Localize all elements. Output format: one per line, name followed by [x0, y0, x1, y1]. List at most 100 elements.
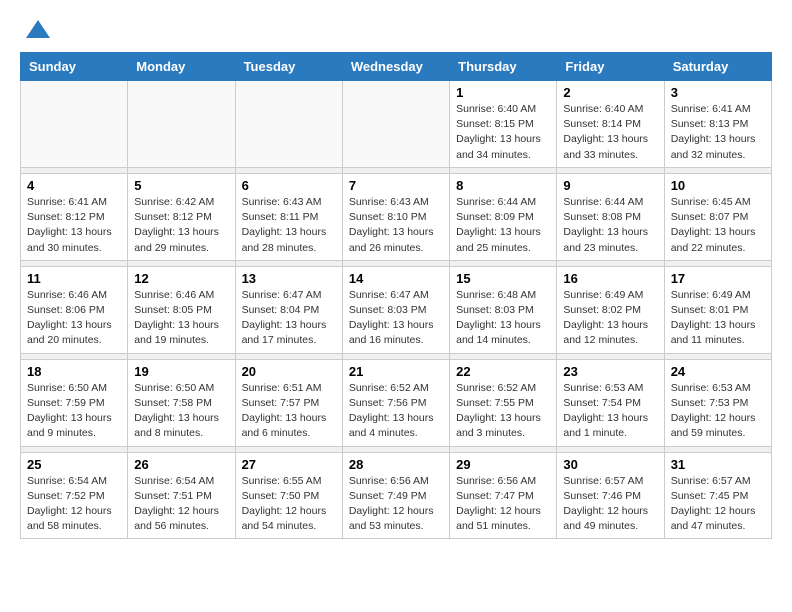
- day-number: 30: [563, 457, 657, 472]
- day-number: 4: [27, 178, 121, 193]
- calendar-cell: 15 Sunrise: 6:48 AMSunset: 8:03 PMDayligh…: [450, 266, 557, 353]
- day-number: 17: [671, 271, 765, 286]
- day-info: Sunrise: 6:52 AMSunset: 7:55 PMDaylight:…: [456, 381, 550, 442]
- day-number: 7: [349, 178, 443, 193]
- calendar-cell: 27 Sunrise: 6:55 AMSunset: 7:50 PMDayligh…: [235, 452, 342, 539]
- calendar-cell: 9 Sunrise: 6:44 AMSunset: 8:08 PMDaylight…: [557, 173, 664, 260]
- weekday-header: Friday: [557, 53, 664, 81]
- calendar-cell: 2 Sunrise: 6:40 AMSunset: 8:14 PMDaylight…: [557, 81, 664, 168]
- calendar-cell: 31 Sunrise: 6:57 AMSunset: 7:45 PMDayligh…: [664, 452, 771, 539]
- calendar-cell: 13 Sunrise: 6:47 AMSunset: 8:04 PMDayligh…: [235, 266, 342, 353]
- calendar-cell: 18Sunrise: 6:50 AMSunset: 7:59 PMDayligh…: [21, 359, 128, 446]
- day-info: Sunrise: 6:41 AMSunset: 8:13 PMDaylight:…: [671, 102, 765, 163]
- day-info: Sunrise: 6:43 AMSunset: 8:10 PMDaylight:…: [349, 195, 443, 256]
- day-info: Sunrise: 6:54 AMSunset: 7:52 PMDaylight:…: [27, 474, 121, 535]
- calendar-cell: [342, 81, 449, 168]
- weekday-header: Wednesday: [342, 53, 449, 81]
- day-number: 8: [456, 178, 550, 193]
- calendar-cell: 10 Sunrise: 6:45 AMSunset: 8:07 PMDayligh…: [664, 173, 771, 260]
- calendar-cell: 30 Sunrise: 6:57 AMSunset: 7:46 PMDayligh…: [557, 452, 664, 539]
- day-info: Sunrise: 6:55 AMSunset: 7:50 PMDaylight:…: [242, 474, 336, 535]
- calendar-cell: 7 Sunrise: 6:43 AMSunset: 8:10 PMDaylight…: [342, 173, 449, 260]
- logo-icon: [24, 16, 52, 44]
- day-number: 9: [563, 178, 657, 193]
- calendar-cell: 25 Sunrise: 6:54 AMSunset: 7:52 PMDayligh…: [21, 452, 128, 539]
- day-number: 15: [456, 271, 550, 286]
- day-info: Sunrise: 6:43 AMSunset: 8:11 PMDaylight:…: [242, 195, 336, 256]
- calendar-cell: [128, 81, 235, 168]
- day-number: 29: [456, 457, 550, 472]
- calendar-cell: [21, 81, 128, 168]
- calendar-cell: 5 Sunrise: 6:42 AMSunset: 8:12 PMDaylight…: [128, 173, 235, 260]
- day-number: 1: [456, 85, 550, 100]
- day-info: Sunrise: 6:46 AMSunset: 8:06 PMDaylight:…: [27, 288, 121, 349]
- weekday-header: Tuesday: [235, 53, 342, 81]
- day-number: 10: [671, 178, 765, 193]
- day-number: 12: [134, 271, 228, 286]
- calendar-cell: 20 Sunrise: 6:51 AMSunset: 7:57 PMDayligh…: [235, 359, 342, 446]
- day-info: Sunrise: 6:47 AMSunset: 8:03 PMDaylight:…: [349, 288, 443, 349]
- calendar-cell: 23 Sunrise: 6:53 AMSunset: 7:54 PMDayligh…: [557, 359, 664, 446]
- calendar-cell: 8 Sunrise: 6:44 AMSunset: 8:09 PMDaylight…: [450, 173, 557, 260]
- day-number: 23: [563, 364, 657, 379]
- calendar-cell: 28 Sunrise: 6:56 AMSunset: 7:49 PMDayligh…: [342, 452, 449, 539]
- calendar-cell: 14 Sunrise: 6:47 AMSunset: 8:03 PMDayligh…: [342, 266, 449, 353]
- day-number: 26: [134, 457, 228, 472]
- calendar-cell: 3 Sunrise: 6:41 AMSunset: 8:13 PMDaylight…: [664, 81, 771, 168]
- day-number: 14: [349, 271, 443, 286]
- day-number: 27: [242, 457, 336, 472]
- calendar-cell: 21 Sunrise: 6:52 AMSunset: 7:56 PMDayligh…: [342, 359, 449, 446]
- day-info: Sunrise: 6:40 AMSunset: 8:14 PMDaylight:…: [563, 102, 657, 163]
- day-number: 3: [671, 85, 765, 100]
- header: [20, 16, 772, 44]
- day-number: 6: [242, 178, 336, 193]
- day-info: Sunrise: 6:46 AMSunset: 8:05 PMDaylight:…: [134, 288, 228, 349]
- day-number: 22: [456, 364, 550, 379]
- day-number: 5: [134, 178, 228, 193]
- day-info: Sunrise: 6:42 AMSunset: 8:12 PMDaylight:…: [134, 195, 228, 256]
- weekday-header: Saturday: [664, 53, 771, 81]
- day-info: Sunrise: 6:52 AMSunset: 7:56 PMDaylight:…: [349, 381, 443, 442]
- day-info: Sunrise: 6:44 AMSunset: 8:09 PMDaylight:…: [456, 195, 550, 256]
- calendar-cell: 11 Sunrise: 6:46 AMSunset: 8:06 PMDayligh…: [21, 266, 128, 353]
- calendar: SundayMondayTuesdayWednesdayThursdayFrid…: [20, 52, 772, 539]
- calendar-cell: 12 Sunrise: 6:46 AMSunset: 8:05 PMDayligh…: [128, 266, 235, 353]
- calendar-cell: 26 Sunrise: 6:54 AMSunset: 7:51 PMDayligh…: [128, 452, 235, 539]
- calendar-cell: 16 Sunrise: 6:49 AMSunset: 8:02 PMDayligh…: [557, 266, 664, 353]
- day-info: Sunrise: 6:57 AMSunset: 7:46 PMDaylight:…: [563, 474, 657, 535]
- day-number: 31: [671, 457, 765, 472]
- day-info: Sunrise: 6:40 AMSunset: 8:15 PMDaylight:…: [456, 102, 550, 163]
- day-info: Sunrise: 6:44 AMSunset: 8:08 PMDaylight:…: [563, 195, 657, 256]
- day-info: Sunrise: 6:47 AMSunset: 8:04 PMDaylight:…: [242, 288, 336, 349]
- logo: [20, 16, 52, 44]
- day-info: Sunrise: 6:56 AMSunset: 7:49 PMDaylight:…: [349, 474, 443, 535]
- day-number: 24: [671, 364, 765, 379]
- weekday-header: Monday: [128, 53, 235, 81]
- day-info: Sunrise: 6:49 AMSunset: 8:02 PMDaylight:…: [563, 288, 657, 349]
- day-info: Sunrise: 6:45 AMSunset: 8:07 PMDaylight:…: [671, 195, 765, 256]
- day-number: 16: [563, 271, 657, 286]
- day-number: 19: [134, 364, 228, 379]
- day-info: Sunrise: 6:53 AMSunset: 7:53 PMDaylight:…: [671, 381, 765, 442]
- day-number: 28: [349, 457, 443, 472]
- day-number: 13: [242, 271, 336, 286]
- weekday-header: Thursday: [450, 53, 557, 81]
- day-info: Sunrise: 6:54 AMSunset: 7:51 PMDaylight:…: [134, 474, 228, 535]
- calendar-cell: 17Sunrise: 6:49 AMSunset: 8:01 PMDayligh…: [664, 266, 771, 353]
- calendar-cell: 19Sunrise: 6:50 AMSunset: 7:58 PMDayligh…: [128, 359, 235, 446]
- calendar-cell: 4 Sunrise: 6:41 AMSunset: 8:12 PMDaylight…: [21, 173, 128, 260]
- calendar-cell: 22 Sunrise: 6:52 AMSunset: 7:55 PMDayligh…: [450, 359, 557, 446]
- day-info: Sunrise: 6:53 AMSunset: 7:54 PMDaylight:…: [563, 381, 657, 442]
- day-info: Sunrise: 6:57 AMSunset: 7:45 PMDaylight:…: [671, 474, 765, 535]
- day-info: Sunrise: 6:50 AMSunset: 7:59 PMDaylight:…: [27, 381, 121, 442]
- day-info: Sunrise: 6:48 AMSunset: 8:03 PMDaylight:…: [456, 288, 550, 349]
- day-number: 25: [27, 457, 121, 472]
- day-info: Sunrise: 6:51 AMSunset: 7:57 PMDaylight:…: [242, 381, 336, 442]
- day-number: 11: [27, 271, 121, 286]
- day-number: 20: [242, 364, 336, 379]
- day-info: Sunrise: 6:41 AMSunset: 8:12 PMDaylight:…: [27, 195, 121, 256]
- weekday-header: Sunday: [21, 53, 128, 81]
- calendar-cell: 6 Sunrise: 6:43 AMSunset: 8:11 PMDaylight…: [235, 173, 342, 260]
- day-number: 2: [563, 85, 657, 100]
- day-number: 21: [349, 364, 443, 379]
